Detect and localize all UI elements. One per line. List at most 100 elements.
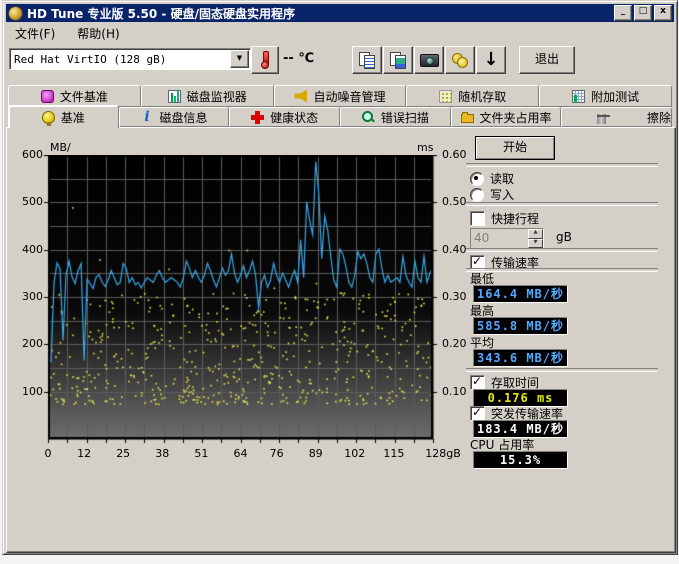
maximize-button[interactable]: □ [634,5,652,21]
access-time-checkbox[interactable] [470,375,485,390]
drive-select[interactable]: Red Hat VirtIO (128 gB) ▼ [9,48,251,70]
avg-speed-display: 343.6 MB/秒 [473,349,568,367]
divider [466,163,658,167]
short-stroke-row[interactable]: 快捷行程 [470,210,539,227]
tab-benchmark[interactable]: 基准 [8,105,119,128]
benchmark-page: MB/秒 ms 600500400300200100 0.600.500.400… [6,127,676,553]
write-radio[interactable] [470,188,484,202]
right-axis-tick-label: 0.50 [442,195,467,208]
minimize-button[interactable]: _ [614,5,632,21]
disk-monitor-icon [168,90,181,103]
disk-info-icon: i [141,111,154,124]
short-stroke-checkbox[interactable] [470,211,485,226]
divider [466,202,658,206]
left-axis-tick-label: 600 [13,148,43,161]
erase-trash-icon [597,114,606,124]
stepper-down-icon[interactable]: ▼ [528,239,543,249]
right-axis-tick-label: 0.40 [442,243,467,256]
x-axis-tick-label: 0 [45,447,52,460]
copy-text-icon [359,52,375,68]
x-axis-tick-label: 25 [116,447,130,460]
burst-rate-checkbox[interactable] [470,406,485,421]
tab-disk-monitor[interactable]: 磁盘监视器 [141,85,274,107]
x-axis-tick-label: 76 [270,447,284,460]
extra-tests-icon [572,90,585,103]
right-axis-tick-label: 0.20 [442,337,467,350]
menu-bar: 文件(F) 帮助(H) [7,24,673,42]
tab-aam[interactable]: 自动噪音管理 [274,85,407,107]
folder-usage-icon [461,114,474,123]
stepper-up-icon[interactable]: ▲ [528,229,543,239]
divider [466,268,658,272]
temperature-reading: -- ℃ [283,51,314,66]
min-speed-display: 164.4 MB/秒 [473,285,568,303]
tab-erase[interactable]: 擦除 [561,107,672,127]
benchmark-bulb-icon [42,111,55,124]
screenshot-icon [420,54,439,67]
x-axis-tick-label: 64 [234,447,248,460]
screenshot-button[interactable] [414,46,444,74]
right-axis-tick-label: 0.30 [442,290,467,303]
x-axis-tick-label: 51 [194,447,208,460]
tab-extra-tests[interactable]: 附加测试 [539,85,672,107]
tab-health[interactable]: 健康状态 [229,107,340,127]
x-axis-tick-label: 38 [155,447,169,460]
donate-coins-icon [452,53,468,67]
copy-text-button[interactable] [352,46,382,74]
tab-row-primary: 基准 i磁盘信息 健康状态 错误扫描 文件夹占用率 擦除 [8,107,672,127]
x-axis-tick-label: 89 [309,447,323,460]
donate-button[interactable] [445,46,475,74]
menu-file[interactable]: 文件(F) [11,24,59,43]
x-axis-tick-label: 128gB [425,447,461,460]
random-access-icon [439,90,452,103]
read-radio-row[interactable]: 读取 [470,170,514,187]
tab-file-benchmark[interactable]: 文件基准 [8,85,141,107]
close-button[interactable]: x [654,5,672,21]
window-title: HD Tune 专业版 5.50 - 硬盘/固态硬盘实用程序 [27,5,295,22]
left-axis-tick-label: 400 [13,243,43,256]
capacity-unit-label: gB [556,230,572,244]
copy-image-button[interactable] [383,46,413,74]
max-speed-display: 585.8 MB/秒 [473,317,568,335]
tab-error-scan[interactable]: 错误扫描 [340,107,451,127]
file-benchmark-icon [41,90,54,103]
divider [466,368,658,372]
title-bar[interactable]: HD Tune 专业版 5.50 - 硬盘/固态硬盘实用程序 _ □ x [6,4,674,22]
save-results-button[interactable]: ↓ [476,46,506,74]
save-icon: ↓ [483,52,498,68]
app-icon [8,6,23,21]
tab-folder-usage[interactable]: 文件夹占用率 [451,107,562,127]
aam-speaker-icon [294,90,307,103]
left-axis-tick-label: 100 [13,385,43,398]
copy-image-icon [390,52,406,68]
left-axis-tick-label: 300 [13,290,43,303]
short-stroke-capacity-value: 40 [471,229,528,248]
exit-button[interactable]: 退出 [519,46,575,74]
left-axis-tick-label: 200 [13,337,43,350]
right-axis-unit: ms [417,141,433,154]
left-axis-tick-label: 500 [13,195,43,208]
x-axis-tick-label: 12 [77,447,91,460]
tab-random-access[interactable]: 随机存取 [406,85,539,107]
menu-help[interactable]: 帮助(H) [73,24,123,43]
error-scan-icon [362,111,375,124]
write-radio-row[interactable]: 写入 [470,186,514,203]
divider [466,248,658,252]
tab-disk-info[interactable]: i磁盘信息 [119,107,230,127]
thermometer-icon [261,51,269,69]
temperature-button[interactable] [251,46,279,74]
health-cross-icon [251,111,264,124]
tab-row-secondary: 文件基准 磁盘监视器 自动噪音管理 随机存取 附加测试 [8,85,672,107]
cpu-usage-display: 15.3% [473,451,568,469]
chart-canvas [42,155,439,447]
app-window: HD Tune 专业版 5.50 - 硬盘/固态硬盘实用程序 _ □ x 文件(… [2,0,678,555]
drive-select-value: Red Hat VirtIO (128 gB) [10,53,229,66]
x-axis-tick-label: 102 [344,447,365,460]
right-axis-tick-label: 0.60 [442,148,467,161]
read-radio[interactable] [470,172,484,186]
chevron-down-icon[interactable]: ▼ [230,50,249,68]
start-button[interactable]: 开始 [475,136,555,160]
x-axis-tick-label: 115 [383,447,404,460]
right-axis-tick-label: 0.10 [442,385,467,398]
short-stroke-capacity-stepper[interactable]: 40 ▲ ▼ [470,228,544,249]
